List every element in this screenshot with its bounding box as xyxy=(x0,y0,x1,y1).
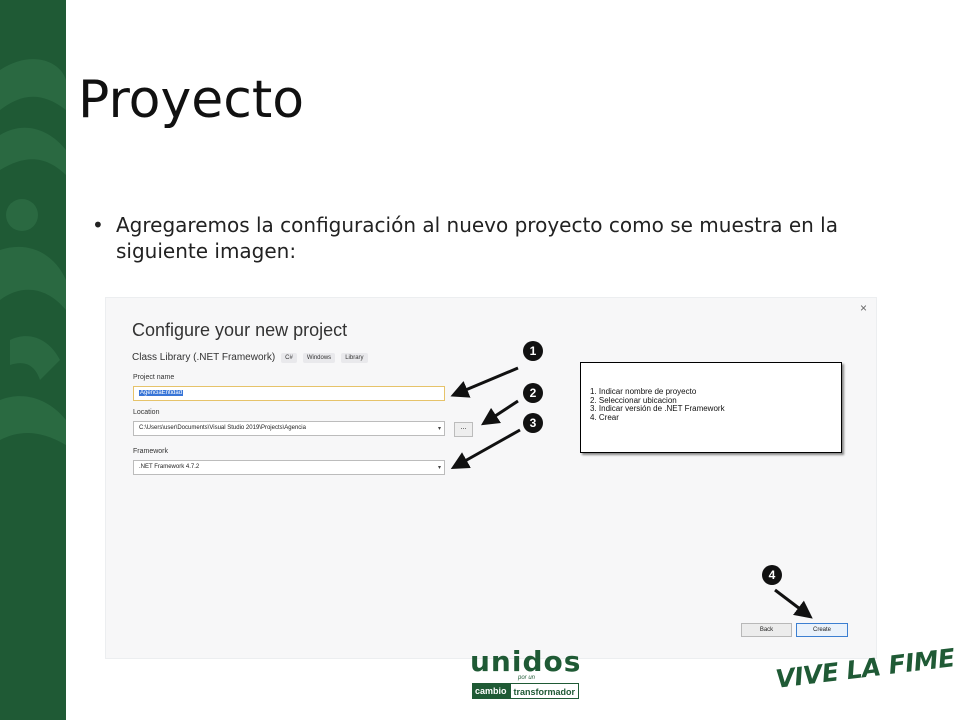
cambio-text: cambio xyxy=(472,683,510,699)
unidos-logo: unidos por un cambio transformador xyxy=(470,645,592,703)
transformador-text: transformador xyxy=(509,683,580,699)
slide-title: Proyecto xyxy=(78,70,305,130)
por-un-text: por un xyxy=(518,675,536,681)
annotation-arrows xyxy=(450,366,813,619)
bullet-dot-icon: • xyxy=(92,213,104,237)
unidos-wordmark: unidos xyxy=(470,645,582,678)
vs-dialog-screenshot: × Configure your new project Class Libra… xyxy=(105,297,877,659)
arrow-icon xyxy=(774,588,813,619)
bullet-text: Agregaremos la configuración al nuevo pr… xyxy=(116,213,838,263)
cambio-transformador-band: cambio transformador xyxy=(472,683,580,699)
sidebar-decoration xyxy=(0,0,66,720)
tiger-watermark-icon xyxy=(0,59,66,445)
slide-bullet: • Agregaremos la configuración al nuevo … xyxy=(92,212,922,264)
arrow-icon xyxy=(450,428,521,469)
arrow-icon xyxy=(450,366,519,398)
arrow-icon xyxy=(480,399,519,426)
